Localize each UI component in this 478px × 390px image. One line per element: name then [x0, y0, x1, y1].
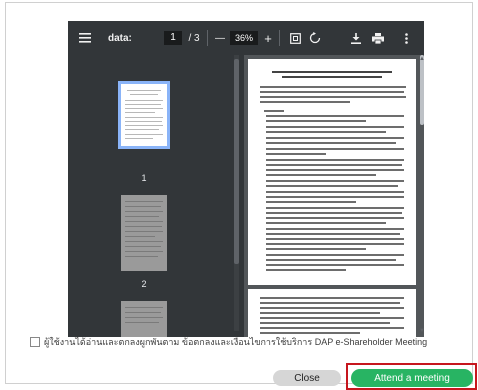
scroll-up-icon[interactable]: ▲	[419, 56, 424, 62]
zoom-level-input[interactable]: 36%	[230, 31, 258, 45]
rotate-icon[interactable]	[307, 21, 323, 55]
thumbnail-sidebar: 1 2	[68, 55, 244, 337]
terms-dialog: data: 1 / 3 — 36% + 1 2 ▲ ▼ ผู้ใช้งานได้…	[5, 2, 477, 390]
scroll-down-icon[interactable]: ▼	[419, 328, 424, 334]
zoom-out-button[interactable]: —	[212, 21, 228, 55]
page-number-input[interactable]: 1	[164, 31, 182, 45]
more-icon[interactable]	[400, 21, 412, 55]
menu-icon[interactable]	[76, 21, 94, 55]
thumbnail-number: 1	[141, 173, 147, 183]
page-total: / 3	[188, 32, 200, 44]
toolbar-divider	[207, 30, 208, 46]
thumbnail-page-3[interactable]	[121, 301, 167, 337]
close-button[interactable]: Close	[273, 370, 341, 386]
thumbnail-page-1[interactable]	[118, 81, 170, 149]
thumbnail-page-2[interactable]	[121, 195, 167, 271]
pdf-page-2	[248, 289, 416, 337]
pdf-viewer: data: 1 / 3 — 36% + 1 2 ▲ ▼	[68, 21, 424, 337]
page-scrollbar-thumb[interactable]	[420, 55, 424, 125]
thumbnail-number: 2	[141, 279, 147, 289]
highlight-box	[346, 363, 477, 390]
zoom-in-button[interactable]: +	[260, 21, 276, 55]
print-icon[interactable]	[370, 21, 386, 55]
document-title: data:	[108, 32, 132, 44]
agree-checkbox[interactable]	[30, 337, 40, 347]
pdf-page-1	[248, 59, 416, 285]
agree-label[interactable]: ผู้ใช้งานได้อ่านและตกลงผูกพันตาม ข้อตกลง…	[44, 337, 427, 348]
thumbnail-scrollbar-thumb[interactable]	[234, 59, 239, 264]
pdf-toolbar: data: 1 / 3 — 36% +	[68, 21, 424, 55]
fit-page-icon[interactable]	[287, 21, 303, 55]
download-icon[interactable]	[348, 21, 364, 55]
toolbar-divider	[279, 30, 280, 46]
